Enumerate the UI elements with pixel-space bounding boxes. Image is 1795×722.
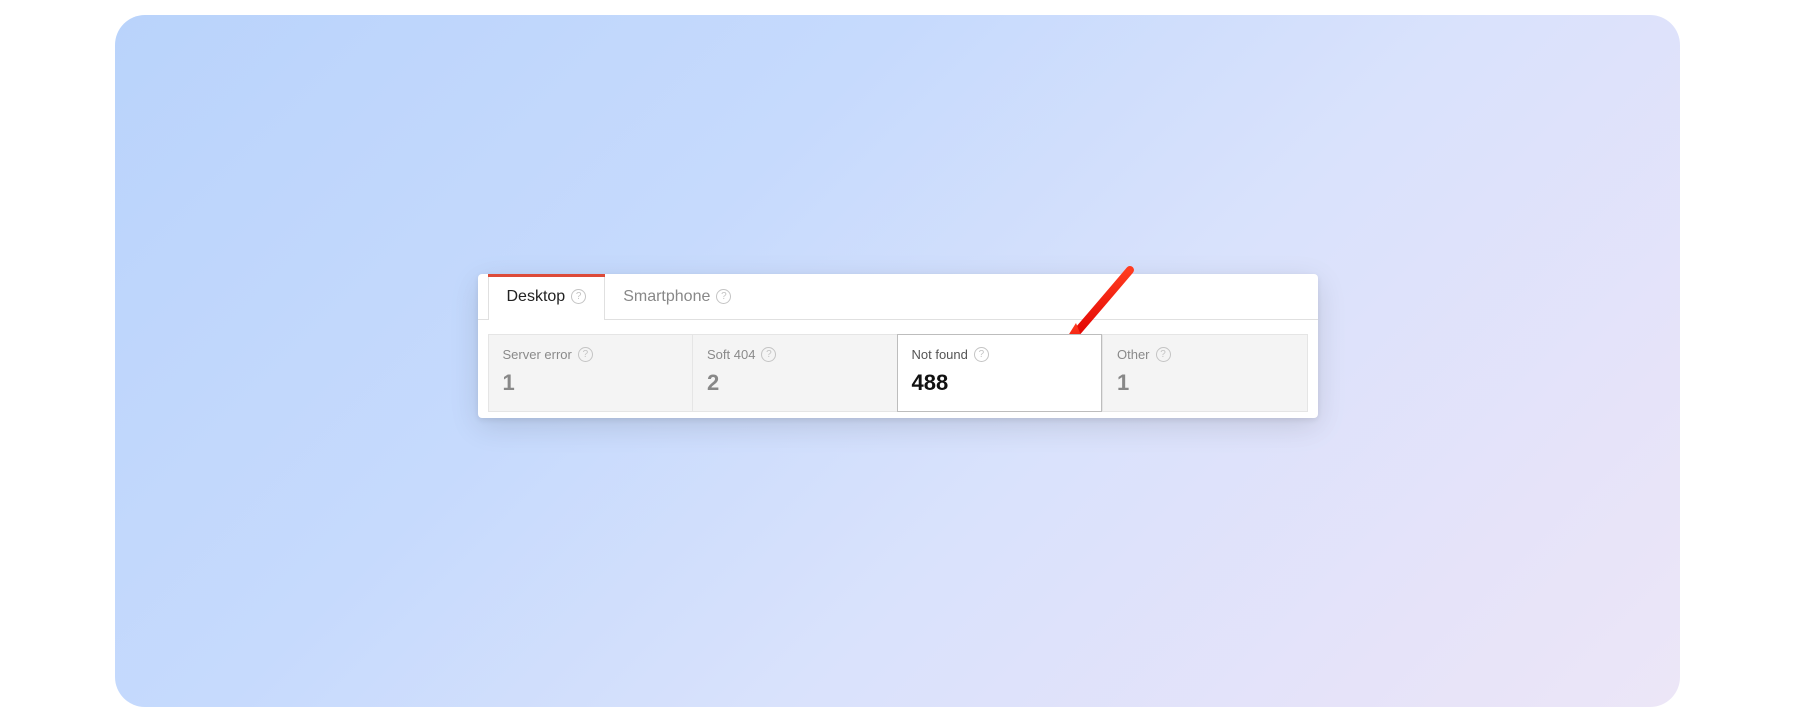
crawl-errors-panel: Desktop ? Smartphone ? Server error ? 1 … bbox=[478, 274, 1318, 418]
help-icon[interactable]: ? bbox=[1156, 347, 1171, 362]
card-value: 2 bbox=[707, 370, 883, 396]
card-other[interactable]: Other ? 1 bbox=[1102, 334, 1308, 412]
tab-smartphone[interactable]: Smartphone ? bbox=[605, 274, 749, 319]
card-not-found[interactable]: Not found ? 488 bbox=[897, 334, 1103, 412]
tab-label: Smartphone bbox=[623, 288, 710, 306]
help-icon[interactable]: ? bbox=[578, 347, 593, 362]
card-soft-404[interactable]: Soft 404 ? 2 bbox=[692, 334, 897, 412]
help-icon[interactable]: ? bbox=[571, 289, 586, 304]
error-category-cards: Server error ? 1 Soft 404 ? 2 Not found … bbox=[478, 320, 1318, 416]
card-value: 488 bbox=[912, 370, 1088, 396]
card-server-error[interactable]: Server error ? 1 bbox=[488, 334, 693, 412]
tab-label: Desktop bbox=[507, 288, 566, 306]
card-value: 1 bbox=[503, 370, 679, 396]
card-label: Other ? bbox=[1117, 347, 1293, 362]
card-value: 1 bbox=[1117, 370, 1293, 396]
backdrop: Desktop ? Smartphone ? Server error ? 1 … bbox=[115, 15, 1680, 707]
help-icon[interactable]: ? bbox=[716, 289, 731, 304]
help-icon[interactable]: ? bbox=[761, 347, 776, 362]
tab-desktop[interactable]: Desktop ? bbox=[488, 274, 606, 319]
card-label: Not found ? bbox=[912, 347, 1088, 362]
card-label-text: Not found bbox=[912, 347, 968, 362]
card-label-text: Soft 404 bbox=[707, 347, 755, 362]
device-tabs: Desktop ? Smartphone ? bbox=[478, 274, 1318, 320]
card-label-text: Server error bbox=[503, 347, 572, 362]
help-icon[interactable]: ? bbox=[974, 347, 989, 362]
card-label: Server error ? bbox=[503, 347, 679, 362]
card-label-text: Other bbox=[1117, 347, 1150, 362]
card-label: Soft 404 ? bbox=[707, 347, 883, 362]
